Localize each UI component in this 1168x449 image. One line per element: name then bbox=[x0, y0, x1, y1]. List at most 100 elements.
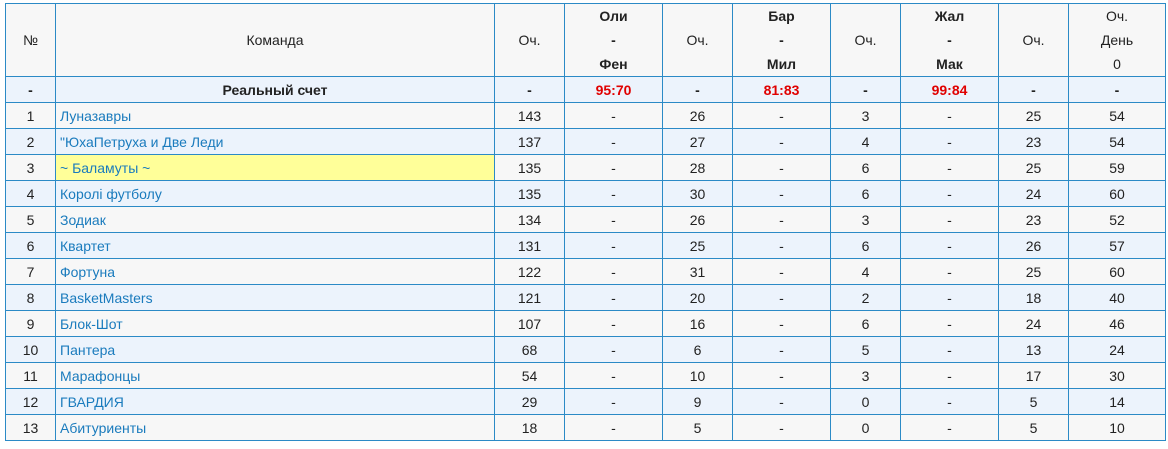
match-2-pick-cell: - bbox=[732, 258, 831, 285]
table-row: 9 Блок-Шот 107-16-6-24 46 bbox=[5, 310, 1166, 337]
day-points-cell: 40 bbox=[1068, 284, 1166, 311]
rank-cell: 9 bbox=[5, 310, 56, 337]
team-name-link[interactable]: ГВАРДИЯ bbox=[55, 388, 495, 415]
total-points-cell: 122 bbox=[494, 258, 565, 285]
match-3-pick-cell: - bbox=[900, 232, 999, 259]
match-3-points-cell: 24 bbox=[998, 180, 1069, 207]
match-3-pick-cell: - bbox=[900, 206, 999, 233]
real-total: - bbox=[494, 76, 565, 103]
col-points-header: Оч. bbox=[830, 3, 901, 77]
match-1-points-cell: 26 bbox=[662, 206, 733, 233]
match-2-home: Бар bbox=[768, 8, 795, 24]
team-name-link[interactable]: Луназавры bbox=[55, 102, 495, 129]
rank-cell: 11 bbox=[5, 362, 56, 389]
rank-cell: 3 bbox=[5, 154, 56, 181]
team-name-link[interactable]: Пантера bbox=[55, 336, 495, 363]
match-1-pick-cell: - bbox=[564, 258, 663, 285]
match-2-pick-cell: - bbox=[732, 102, 831, 129]
match-1-points-cell: 5 bbox=[662, 414, 733, 441]
table-row: 2 "ЮхаПетруха и Две Леди 137-27-4-23 54 bbox=[5, 128, 1166, 155]
team-name-link[interactable]: BasketMasters bbox=[55, 284, 495, 311]
match-2-points-cell: 6 bbox=[830, 232, 901, 259]
rank-cell: 1 bbox=[5, 102, 56, 129]
table-row: 6 Квартет 131-25-6-26 57 bbox=[5, 232, 1166, 259]
team-name-link[interactable]: Фортуна bbox=[55, 258, 495, 285]
day-points-cell: 14 bbox=[1068, 388, 1166, 415]
table-row: 1 Луназавры 143-26-3-25 54 bbox=[5, 102, 1166, 129]
match-3-pick-cell: - bbox=[900, 154, 999, 181]
table-row: 11 Марафонцы 54-10-3-17 30 bbox=[5, 362, 1166, 389]
match-1-away: Фен bbox=[599, 56, 628, 72]
match-2-sep: - bbox=[779, 32, 784, 48]
team-name-link[interactable]: Королі футболу bbox=[55, 180, 495, 207]
match-2-pick-cell: - bbox=[732, 310, 831, 337]
match-3-points-cell: 25 bbox=[998, 154, 1069, 181]
match-2-points-cell: 0 bbox=[830, 388, 901, 415]
team-name-link[interactable]: Квартет bbox=[55, 232, 495, 259]
match-1-pick-cell: - bbox=[564, 102, 663, 129]
match-3-pick-cell: - bbox=[900, 258, 999, 285]
team-name-link[interactable]: "ЮхаПетруха и Две Леди bbox=[55, 128, 495, 155]
match-1-points-cell: 26 bbox=[662, 102, 733, 129]
real-score-row: - Реальный счет - 95:70 - 81:83 - 99:84 … bbox=[5, 76, 1166, 103]
match-2-points-cell: 3 bbox=[830, 206, 901, 233]
match-3-pick-cell: - bbox=[900, 362, 999, 389]
match-3-points-cell: 18 bbox=[998, 284, 1069, 311]
total-points-cell: 29 bbox=[494, 388, 565, 415]
match-1-points-cell: 28 bbox=[662, 154, 733, 181]
day-points-cell: 52 bbox=[1068, 206, 1166, 233]
total-points-cell: 107 bbox=[494, 310, 565, 337]
match-1-points-cell: 25 bbox=[662, 232, 733, 259]
rank-cell: 10 bbox=[5, 336, 56, 363]
match-3-points-cell: 23 bbox=[998, 128, 1069, 155]
team-name-link[interactable]: ~ Баламуты ~ bbox=[55, 154, 495, 181]
rank-cell: 13 bbox=[5, 414, 56, 441]
col-points-header: Оч. bbox=[998, 3, 1069, 77]
match-2-points-cell: 5 bbox=[830, 336, 901, 363]
real-points-2: - bbox=[830, 76, 901, 103]
match-1-points-cell: 31 bbox=[662, 258, 733, 285]
team-name-link[interactable]: Блок-Шот bbox=[55, 310, 495, 337]
rank-cell: 2 bbox=[5, 128, 56, 155]
match-1-points-cell: 20 bbox=[662, 284, 733, 311]
col-points-header: Оч. bbox=[662, 3, 733, 77]
rank-cell: 7 bbox=[5, 258, 56, 285]
table-row: 8 BasketMasters 121-20-2-18 40 bbox=[5, 284, 1166, 311]
rank-cell: 4 bbox=[5, 180, 56, 207]
match-1-pick-cell: - bbox=[564, 284, 663, 311]
match-2-pick-cell: - bbox=[732, 362, 831, 389]
match-3-points-cell: 25 bbox=[998, 102, 1069, 129]
real-score-match-1: 95:70 bbox=[564, 76, 663, 103]
match-1-points-cell: 27 bbox=[662, 128, 733, 155]
day-points-cell: 24 bbox=[1068, 336, 1166, 363]
match-2-points-cell: 3 bbox=[830, 102, 901, 129]
table-row: 13 Абитуриенты 18-5-0-5 10 bbox=[5, 414, 1166, 441]
match-3-points-cell: 23 bbox=[998, 206, 1069, 233]
day-points-cell: 60 bbox=[1068, 258, 1166, 285]
team-name-link[interactable]: Абитуриенты bbox=[55, 414, 495, 441]
match-3-home: Жал bbox=[934, 8, 965, 24]
match-2-pick-cell: - bbox=[732, 206, 831, 233]
col-team-header: Команда bbox=[55, 3, 495, 77]
match-1-points-cell: 30 bbox=[662, 180, 733, 207]
col-day-header: Оч. День 0 bbox=[1068, 3, 1166, 77]
match-2-pick-cell: - bbox=[732, 336, 831, 363]
match-3-points-cell: 5 bbox=[998, 414, 1069, 441]
match-1-pick-cell: - bbox=[564, 362, 663, 389]
match-3-pick-cell: - bbox=[900, 414, 999, 441]
match-1-home: Оли bbox=[599, 8, 628, 24]
match-3-pick-cell: - bbox=[900, 336, 999, 363]
team-name-link[interactable]: Зодиак bbox=[55, 206, 495, 233]
match-3-pick-cell: - bbox=[900, 102, 999, 129]
match-2-points-cell: 2 bbox=[830, 284, 901, 311]
match-1-pick-cell: - bbox=[564, 336, 663, 363]
match-2-away: Мил bbox=[766, 56, 797, 72]
match-1-points-cell: 6 bbox=[662, 336, 733, 363]
match-2-pick-cell: - bbox=[732, 388, 831, 415]
match-2-points-cell: 6 bbox=[830, 154, 901, 181]
rank-cell: 6 bbox=[5, 232, 56, 259]
team-name-link[interactable]: Марафонцы bbox=[55, 362, 495, 389]
match-3-points-cell: 25 bbox=[998, 258, 1069, 285]
match-3-away: Мак bbox=[936, 56, 963, 72]
day-header-line3: 0 bbox=[1113, 56, 1121, 72]
